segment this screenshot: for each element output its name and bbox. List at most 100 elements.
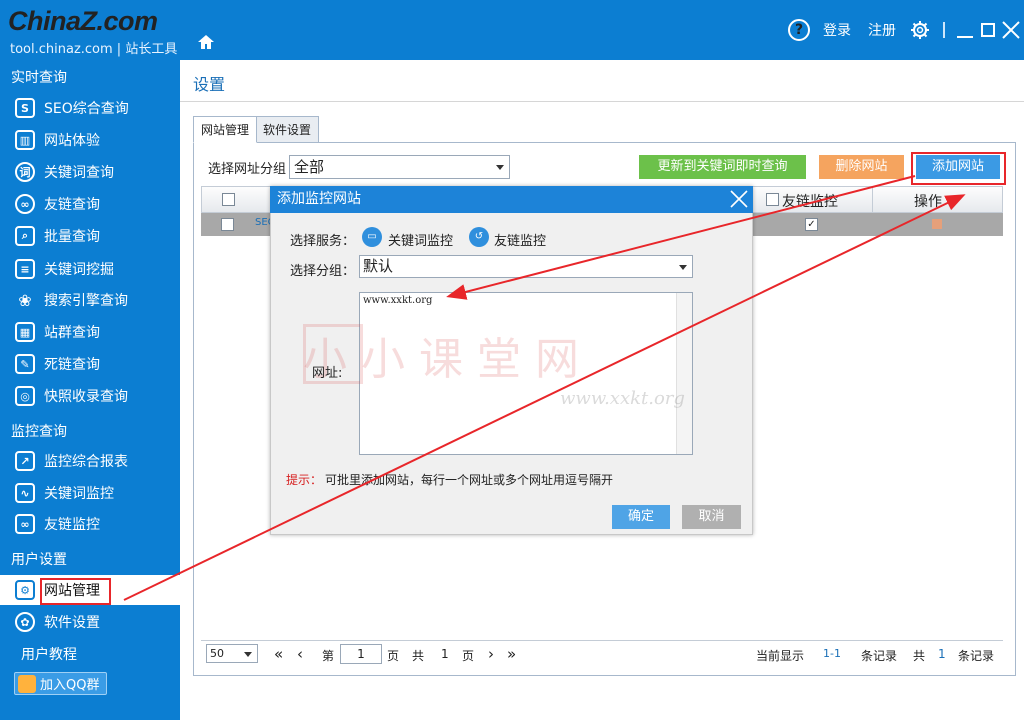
title-divider (180, 101, 1024, 102)
total-word: 共 (412, 649, 425, 663)
watermark-url: www.xxkt.org (560, 388, 685, 409)
sidebar-item-label: SEO综合查询 (44, 101, 129, 117)
keyword-icon: 词 (15, 162, 35, 182)
sidebar-item-label: 关键词挖掘 (44, 262, 114, 278)
sidebar-item-monitor-report[interactable]: ↗ 监控综合报表 (0, 446, 180, 476)
gear-icon: ✿ (15, 612, 35, 632)
update-keyword-button[interactable]: 更新到关键词即时查询 (639, 155, 806, 179)
join-qq-label: 加入QQ群 (40, 678, 100, 693)
total-label: 共 (913, 649, 926, 663)
next-page-icon[interactable]: › (488, 645, 494, 663)
row-delete-icon[interactable] (932, 219, 942, 229)
last-page-icon[interactable]: » (507, 645, 516, 663)
showing-label: 当前显示 (756, 649, 805, 663)
annotation-box-site-manage (40, 578, 111, 605)
sidebar-item-label: 软件设置 (44, 615, 100, 631)
group-filter-select[interactable]: 全部 (289, 155, 510, 179)
sidebar-item-label: 关键词监控 (44, 486, 114, 502)
bar-chart-icon: ▥ (15, 130, 35, 150)
settings-gear-icon[interactable] (910, 20, 930, 40)
sidebar-item-seo[interactable]: S SEO综合查询 (0, 93, 180, 123)
register-link[interactable]: 注册 (868, 20, 896, 40)
logo-subtitle: tool.chinaz.com | 站长工具 (10, 42, 178, 57)
chevron-down-icon (244, 652, 252, 657)
records-label: 条记录 (861, 649, 898, 663)
sidebar-item-keyword-monitor[interactable]: ∿ 关键词监控 (0, 478, 180, 508)
sidebar-item-label: 关键词查询 (44, 165, 114, 181)
tab-software-settings[interactable]: 软件设置 (255, 116, 320, 143)
sidebar-item-label: 友链查询 (44, 197, 100, 213)
sidebar-item-label: 死链查询 (44, 357, 100, 373)
service-link-option[interactable]: 友链监控 (494, 230, 546, 249)
sidebar-item-dead-link[interactable]: ✎ 死链查询 (0, 349, 180, 379)
link-icon: ∞ (15, 194, 35, 214)
minimize-icon[interactable] (957, 36, 973, 38)
cancel-button[interactable]: 取消 (682, 505, 741, 529)
sidebar-item-keyword[interactable]: 词关键词查询 (0, 157, 180, 187)
link-monitor-icon: ∞ (15, 514, 35, 534)
sidebar-item-label: 批量查询 (44, 229, 100, 245)
sidebar-tutorial[interactable]: 用户教程 (21, 644, 77, 664)
sidebar-item-label: 快照收录查询 (44, 389, 128, 405)
row-friendlink-checkbox[interactable]: ✓ (805, 218, 818, 231)
service-keyword-option[interactable]: 关键词监控 (388, 230, 453, 249)
dialog-group-label: 选择分组： (290, 264, 356, 279)
camera-icon: ◎ (15, 386, 35, 406)
dialog-group-select[interactable]: 默认 (359, 255, 693, 278)
sidebar-item-link-monitor[interactable]: ∞ 友链监控 (0, 509, 180, 539)
batch-search-icon: ⌕ (15, 226, 35, 246)
dialog-title: 添加监控网站 (270, 186, 753, 213)
sidebar-item-batch[interactable]: ⌕ 批量查询 (0, 221, 180, 251)
page-size-select[interactable]: 50 (206, 644, 258, 663)
sidebar-item-search-engine[interactable]: ❀ 搜索引擎查询 (0, 285, 180, 315)
row-checkbox[interactable] (221, 218, 234, 231)
magnifier-doc-icon: S (15, 98, 35, 118)
sidebar-item-label: 友链监控 (44, 517, 100, 533)
page-number-input[interactable]: 1 (340, 644, 382, 664)
close-window-icon[interactable] (1002, 21, 1020, 39)
col-ops: 操作 (914, 194, 942, 210)
section-monitor: 监控查询 (11, 424, 67, 440)
dialog-close-icon[interactable] (728, 188, 750, 210)
sidebar-item-label: 站群查询 (44, 325, 100, 341)
sidebar-item-site-experience[interactable]: ▥ 网站体验 (0, 125, 180, 155)
total-records-label: 条记录 (958, 649, 995, 663)
total-unit: 页 (462, 649, 475, 663)
sidebar-item-friendlink[interactable]: ∞ 友链查询 (0, 189, 180, 219)
page-size-value: 50 (210, 647, 224, 660)
tab-site-manage[interactable]: 网站管理 (193, 116, 258, 143)
home-icon[interactable] (197, 34, 215, 50)
confirm-button[interactable]: 确定 (612, 505, 670, 529)
friendlink-header-checkbox[interactable] (766, 193, 779, 206)
url-scrollbar[interactable] (676, 293, 692, 454)
group-filter-label: 选择网址分组 (208, 162, 287, 177)
logo: ChinaZ.com (8, 6, 158, 36)
monitor-screen-icon[interactable]: ▭ (362, 227, 382, 247)
col-divider (872, 187, 873, 213)
sidebar-item-snapshot[interactable]: ◎ 快照收录查询 (0, 381, 180, 411)
service-label: 选择服务： (290, 234, 356, 249)
join-qq-button[interactable]: 加入QQ群 (14, 672, 107, 695)
wave-chart-icon: ∿ (15, 483, 35, 503)
paw-icon: ❀ (18, 290, 32, 310)
tip-label: 提示： (286, 473, 323, 487)
user-gear-icon: ⚙ (15, 580, 35, 600)
titlebar-separator (943, 22, 945, 38)
link-check-icon[interactable]: ↺ (469, 227, 489, 247)
help-icon[interactable]: ? (788, 19, 810, 41)
sidebar-item-keyword-mining[interactable]: ≡ 关键词挖掘 (0, 254, 180, 284)
sidebar-item-site-group[interactable]: ▦ 站群查询 (0, 317, 180, 347)
delete-site-button[interactable]: 删除网站 (819, 155, 904, 179)
group-filter-value: 全部 (294, 158, 325, 176)
chevron-down-icon (679, 265, 687, 270)
select-all-checkbox[interactable] (222, 193, 235, 206)
trend-chart-icon: ↗ (15, 451, 35, 471)
login-link[interactable]: 登录 (823, 20, 851, 40)
first-page-icon[interactable]: « (274, 645, 283, 663)
total-pages: 1 (441, 647, 449, 661)
page-unit: 页 (387, 649, 400, 663)
prev-page-icon[interactable]: ‹ (297, 645, 303, 663)
page-title: 设置 (193, 75, 226, 94)
sidebar-item-software-settings[interactable]: ✿ 软件设置 (0, 607, 180, 637)
maximize-icon[interactable] (981, 23, 995, 37)
